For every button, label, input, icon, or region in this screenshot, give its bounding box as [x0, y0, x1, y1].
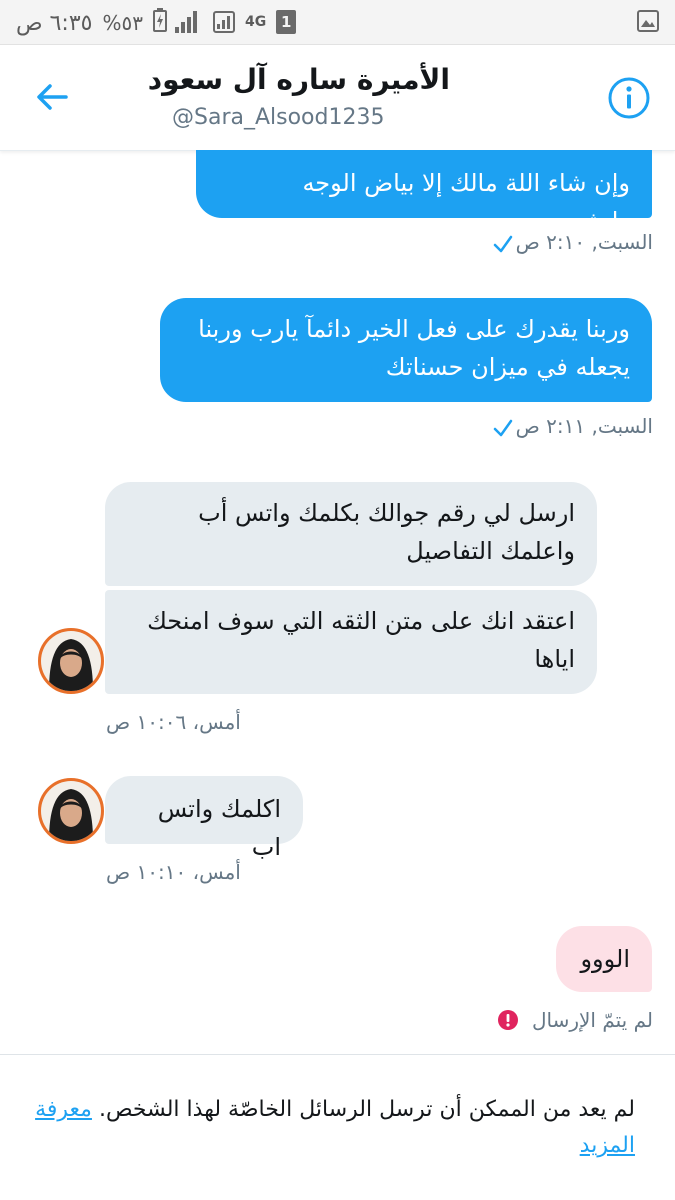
- info-icon: [608, 77, 650, 119]
- incoming-message[interactable]: ارسل لي رقم جوالك بكلمك واتس أب واعلمك ا…: [105, 482, 597, 586]
- avatar-image: [41, 631, 101, 691]
- signal-icon: [175, 11, 197, 33]
- divider: [0, 1054, 675, 1055]
- conversation-header: الأميرة ساره آل سعود @Sara_Alsood1235: [0, 45, 675, 151]
- outgoing-message[interactable]: وربنا يقدرك على فعل الخير دائمآ يارب ورب…: [160, 298, 652, 402]
- message-timestamp: السبت, ٢:١٠ ص: [515, 230, 653, 254]
- failed-message[interactable]: الووو: [556, 926, 652, 992]
- image-notification-icon: [637, 10, 659, 38]
- status-bar: ٦:٣٥ ص %٥٣ 4G 1: [0, 0, 675, 45]
- avatar-image: [41, 781, 101, 841]
- back-button[interactable]: [30, 75, 74, 119]
- status-time: ٦:٣٥ ص: [16, 10, 93, 36]
- message-text: الووو: [580, 945, 630, 973]
- info-button[interactable]: [606, 75, 652, 121]
- signal-strength-icon: [213, 11, 235, 33]
- back-arrow-icon: [37, 84, 68, 110]
- message-timestamp: أمس، ١٠:٠٦ ص: [106, 710, 241, 734]
- message-timestamp: أمس، ١٠:١٠ ص: [106, 860, 241, 884]
- dm-restricted-notice: لم يعد من الممكن أن ترسل الرسائل الخاصّة…: [30, 1092, 635, 1164]
- contact-name: الأميرة ساره آل سعود: [147, 63, 450, 96]
- send-failed-status[interactable]: لم يتمّ الإرسال: [532, 1008, 653, 1032]
- avatar[interactable]: [38, 778, 104, 844]
- outgoing-message[interactable]: وإن شاء اللة مالك إلا بياض الوجه وابشري: [196, 150, 652, 235]
- contact-handle: @Sara_Alsood1235: [172, 105, 385, 130]
- sent-check-icon: [493, 419, 513, 437]
- message-text: اكلمك واتس اب: [157, 795, 281, 861]
- avatar[interactable]: [38, 628, 104, 694]
- network-type: 4G: [245, 14, 267, 30]
- message-text: وإن شاء اللة مالك إلا بياض الوجه وابشري: [302, 169, 630, 235]
- status-left: ٦:٣٥ ص %٥٣: [16, 8, 167, 38]
- status-indicators: 4G 1: [175, 10, 297, 34]
- sent-check-icon: [493, 235, 513, 253]
- message-text: ارسل لي رقم جوالك بكلمك واتس أب واعلمك ا…: [198, 499, 575, 565]
- incoming-message[interactable]: اكلمك واتس اب: [105, 776, 303, 861]
- sim-icon: 1: [276, 10, 297, 34]
- message-text: وربنا يقدرك على فعل الخير دائمآ يارب ورب…: [198, 315, 630, 381]
- incoming-message[interactable]: اعتقد انك على متن الثقه التي سوف امنحك ا…: [105, 590, 597, 694]
- message-timestamp: السبت, ٢:١١ ص: [515, 414, 653, 438]
- message-text: اعتقد انك على متن الثقه التي سوف امنحك ا…: [147, 607, 575, 673]
- notice-text: لم يعد من الممكن أن ترسل الرسائل الخاصّة…: [98, 1097, 635, 1122]
- battery-icon: [152, 8, 167, 38]
- error-icon: [498, 1010, 518, 1030]
- battery-percentage: %٥٣: [102, 11, 143, 35]
